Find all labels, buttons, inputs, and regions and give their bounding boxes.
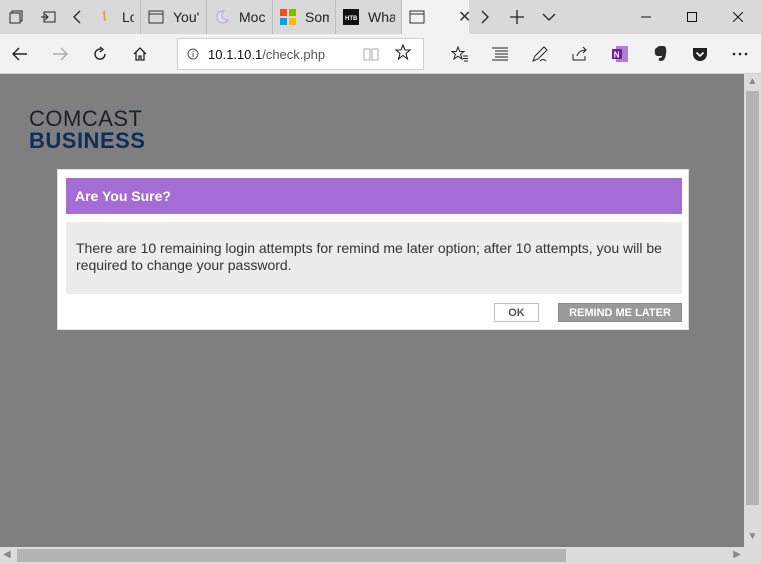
dialog-message: There are 10 remaining login attempts fo…: [66, 222, 682, 294]
scroll-left-icon[interactable]: ◀: [3, 549, 11, 560]
home-icon[interactable]: [120, 34, 160, 74]
tab-you[interactable]: You': [141, 0, 207, 34]
info-icon[interactable]: [178, 48, 208, 60]
ok-button[interactable]: OK: [494, 303, 539, 322]
tab-title: Som: [305, 9, 329, 25]
tab-preview-chevron-down-icon[interactable]: [533, 0, 565, 34]
confirm-dialog: Are You Sure? There are 10 remaining log…: [57, 169, 689, 330]
browser-window: Log You' Moc Som HTB Wha ✕: [0, 0, 761, 564]
moon-icon: [213, 9, 231, 25]
svg-text:N: N: [614, 51, 620, 60]
maximize-icon[interactable]: [669, 0, 715, 34]
vertical-scrollbar[interactable]: ▲ ▼: [744, 74, 761, 547]
vertical-scroll-thumb[interactable]: [746, 91, 759, 505]
tab-moc[interactable]: Moc: [207, 0, 273, 34]
tabs-scroll-right-icon[interactable]: [469, 0, 501, 34]
remind-me-later-button[interactable]: REMIND ME LATER: [558, 303, 682, 322]
pen-notes-icon[interactable]: [520, 34, 560, 74]
minimize-icon[interactable]: [623, 0, 669, 34]
svg-text:HTB: HTB: [345, 16, 358, 22]
scroll-up-icon[interactable]: ▲: [744, 76, 761, 90]
comcast-business-logo: COMCAST BUSINESS: [29, 108, 145, 152]
nav-bar: 10.1.10.1/check.php N: [0, 34, 761, 74]
onenote-icon[interactable]: N: [600, 34, 640, 74]
address-bar[interactable]: 10.1.10.1/check.php: [177, 38, 424, 70]
set-tabs-aside-icon[interactable]: [32, 0, 64, 34]
tab-actions-icon[interactable]: [0, 0, 32, 34]
tab-som[interactable]: Som: [273, 0, 336, 34]
page-content: COMCAST BUSINESS Are You Sure? There are…: [0, 74, 744, 547]
tabs-scroll-left-icon[interactable]: [64, 0, 90, 34]
scroll-down-icon[interactable]: ▼: [744, 531, 761, 545]
url-path: /check.php: [262, 46, 326, 62]
tab-title: Moc: [239, 9, 266, 25]
loading-icon: [96, 9, 114, 25]
close-tab-icon[interactable]: ✕: [458, 7, 469, 27]
htb-icon: HTB: [342, 9, 360, 25]
scroll-right-icon[interactable]: ▶: [733, 549, 741, 560]
more-options-icon[interactable]: [720, 34, 760, 74]
toolbar-right: N: [440, 34, 760, 74]
tab-title: Wha: [368, 9, 395, 25]
refresh-icon[interactable]: [80, 34, 120, 74]
page-icon: [147, 9, 165, 25]
favorite-star-icon[interactable]: [394, 43, 412, 65]
logo-line-2: BUSINESS: [29, 128, 146, 153]
tab-title: You': [173, 9, 200, 25]
horizontal-scrollbar[interactable]: ◀ ▶: [0, 547, 744, 564]
tab-login[interactable]: Log: [90, 0, 141, 34]
reading-list-icon[interactable]: [480, 34, 520, 74]
back-arrow-icon[interactable]: [0, 34, 40, 74]
page-icon: [408, 9, 426, 25]
dialog-title: Are You Sure?: [66, 178, 682, 214]
forward-arrow-icon[interactable]: [40, 34, 80, 74]
tab-wha[interactable]: HTB Wha: [336, 0, 402, 34]
microsoft-icon: [279, 9, 297, 25]
close-window-icon[interactable]: [715, 0, 761, 34]
horizontal-scroll-thumb[interactable]: [17, 549, 566, 562]
logo-line-1: COMCAST: [29, 106, 143, 131]
url-host: 10.1.10.1: [208, 46, 263, 62]
reading-view-icon[interactable]: [363, 46, 379, 65]
tab-bar: Log You' Moc Som HTB Wha ✕: [0, 0, 761, 34]
tab-title: Log: [122, 9, 134, 25]
favorites-hub-icon[interactable]: [440, 34, 480, 74]
pocket-icon[interactable]: [680, 34, 720, 74]
tab-active[interactable]: ✕: [402, 0, 469, 34]
share-icon[interactable]: [560, 34, 600, 74]
new-tab-icon[interactable]: [501, 0, 533, 34]
evernote-icon[interactable]: [640, 34, 680, 74]
scrollbar-corner: [744, 547, 761, 564]
